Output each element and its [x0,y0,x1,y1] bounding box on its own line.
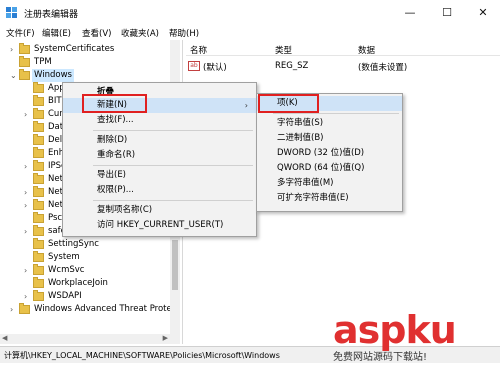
title-bar: 注册表编辑器 — ☐ ✕ [0,0,500,26]
scroll-left-icon[interactable]: ◀ [2,334,7,342]
menu-item-delete[interactable]: 删除(D) [63,133,256,148]
folder-icon [19,69,30,80]
menu-favorites[interactable]: 收藏夹(A) [121,27,159,39]
chevron-right-icon[interactable]: › [24,186,32,199]
scrollbar-thumb[interactable] [172,240,178,290]
chevron-right-icon[interactable]: › [10,43,18,56]
tree-node-label: Windows [32,69,74,82]
menu-item-label: 导出(E) [97,170,127,180]
chevron-right-icon[interactable]: › [24,160,32,173]
folder-icon [33,186,44,197]
menu-item-label: 查找(F)... [97,115,134,125]
menu-file[interactable]: 文件(F) [6,27,35,39]
menu-item-copy-key-name[interactable]: 复制项名称(C) [63,203,256,218]
menu-item-rename[interactable]: 重命名(R) [63,148,256,163]
menu-separator [273,113,399,114]
chevron-right-icon[interactable]: › [24,264,32,277]
menu-item-label: 访问 HKEY_CURRENT_USER(T) [97,220,224,230]
submenu-item-multi-string[interactable]: 多字符串值(M) [257,176,402,191]
folder-icon [33,277,44,288]
folder-icon [33,82,44,93]
menu-separator [93,130,253,131]
chevron-right-icon[interactable]: › [10,303,18,316]
menu-item-label: 复制项名称(C) [97,205,153,215]
submenu-item-string[interactable]: 字符串值(S) [257,116,402,131]
chevron-down-icon[interactable]: ⌄ [10,69,18,82]
menu-item-label: 可扩充字符串值(E) [277,193,349,203]
folder-icon [33,199,44,210]
menu-separator [93,200,253,201]
folder-icon [19,56,30,67]
watermark-subtitle: 免费网站源码下载站! [333,352,428,363]
value-data: (数值未设置) [358,63,408,73]
folder-icon [33,121,44,132]
chevron-right-icon[interactable]: › [24,225,32,238]
menu-item-label: DWORD (32 位)值(D) [277,148,365,158]
menu-item-label: 重命名(R) [97,150,136,160]
folder-icon [33,225,44,236]
menu-item-label: 权限(P)... [97,185,134,195]
folder-icon [33,173,44,184]
submenu-item-binary[interactable]: 二进制值(B) [257,131,402,146]
menu-item-label: 删除(D) [97,135,128,145]
tree-node-label: System [48,252,80,262]
menu-edit[interactable]: 编辑(E) [42,27,71,39]
folder-icon [19,303,30,314]
window-title: 注册表编辑器 [24,10,79,20]
tree-node-label: WSDAPI [48,291,82,301]
folder-icon [33,108,44,119]
tree-node-label: SettingSync [48,239,99,249]
maximize-button[interactable]: ☐ [432,3,462,23]
menu-item-label: 二进制值(B) [277,133,324,143]
tree-horizontal-scrollbar[interactable]: ◀ ▶ [0,334,180,344]
menu-item-label: 多字符串值(M) [277,178,334,188]
value-type: REG_SZ [275,61,309,71]
header-divider [186,55,500,56]
submenu-arrow-icon: › [244,101,248,110]
folder-icon [19,43,30,54]
submenu-item-expandable-string[interactable]: 可扩充字符串值(E) [257,191,402,206]
watermark-logo: aspku [333,308,457,352]
folder-icon [33,251,44,262]
tree-node-label: WorkplaceJoin [48,278,108,288]
string-value-icon: ab [188,61,200,71]
close-button[interactable]: ✕ [468,3,498,23]
folder-icon [33,134,44,145]
folder-icon [33,95,44,106]
menu-item-export[interactable]: 导出(E) [63,168,256,183]
watermark: aspku 免费网站源码下载站! [325,308,500,368]
menu-help[interactable]: 帮助(H) [169,27,199,39]
folder-icon [33,238,44,249]
minimize-button[interactable]: — [395,3,425,23]
regedit-window: 注册表编辑器 — ☐ ✕ 文件(F) 编辑(E) 查看(V) 收藏夹(A) 帮助… [0,0,500,368]
submenu-item-qword[interactable]: QWORD (64 位)值(Q) [257,161,402,176]
folder-icon [33,212,44,223]
value-name: (默认) [203,63,227,73]
tree-node-label: SystemCertificates [34,44,115,54]
tree-node-label: Windows Advanced Threat Prote [34,304,172,314]
menu-separator [93,165,253,166]
menu-item-find[interactable]: 查找(F)... [63,113,256,128]
tree-node-label: WcmSvc [48,265,85,275]
menu-item-label: QWORD (64 位)值(Q) [277,163,365,173]
chevron-right-icon[interactable]: › [24,199,32,212]
menu-view[interactable]: 查看(V) [82,27,111,39]
status-path: 计算机\HKEY_LOCAL_MACHINE\SOFTWARE\Policies… [4,351,280,360]
highlight-box-key [258,94,319,113]
highlight-box-new [82,94,147,113]
menu-item-label: 字符串值(S) [277,118,324,128]
folder-icon [33,264,44,275]
menu-item-permissions[interactable]: 权限(P)... [63,183,256,198]
menu-bar: 文件(F) 编辑(E) 查看(V) 收藏夹(A) 帮助(H) [0,26,500,40]
scroll-right-icon[interactable]: ▶ [163,334,168,342]
submenu-item-dword[interactable]: DWORD (32 位)值(D) [257,146,402,161]
menu-item-goto-hkcu[interactable]: 访问 HKEY_CURRENT_USER(T) [63,218,256,233]
folder-icon [33,147,44,158]
folder-icon [33,290,44,301]
folder-icon [33,160,44,171]
chevron-right-icon[interactable]: › [24,108,32,121]
chevron-right-icon[interactable]: › [24,290,32,303]
regedit-app-icon [6,7,17,18]
tree-node-label: TPM [34,57,52,67]
